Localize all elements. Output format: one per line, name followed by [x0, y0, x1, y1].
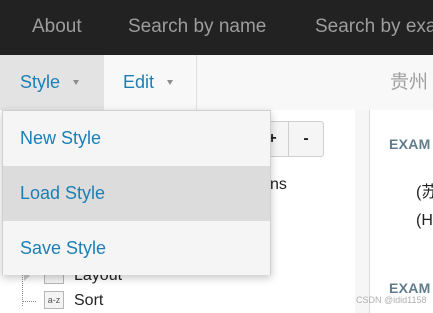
style-menu-button[interactable]: Style — [0, 55, 104, 110]
example-heading: EXAM — [389, 136, 431, 152]
style-menu-label: Style — [20, 72, 61, 92]
collapse-button[interactable]: - — [288, 121, 324, 157]
tree-item-label-partial: ns — [270, 176, 287, 193]
nav-link-about[interactable]: About — [32, 0, 82, 55]
region-title: 贵州 — [390, 72, 429, 93]
nav-link-search-by-name[interactable]: Search by name — [128, 0, 266, 55]
watermark: CSDN @idid1158 — [356, 295, 427, 305]
menu-item-save-style[interactable]: Save Style — [3, 221, 270, 275]
top-navbar: About Search by name Search by exa — [0, 0, 433, 55]
edit-menu-label: Edit — [123, 72, 155, 92]
nav-link-search-by-example[interactable]: Search by exa — [315, 0, 433, 55]
panel-gutter — [355, 110, 369, 313]
sort-az-icon: a-z — [44, 291, 64, 309]
menu-item-load-style[interactable]: Load Style — [3, 166, 270, 221]
app-root: About Search by name Search by exa Style… — [0, 0, 433, 313]
toolbar-divider — [196, 55, 197, 110]
caret-down-icon — [167, 80, 173, 85]
example-heading: EXAM — [389, 280, 431, 296]
example-line: (H — [416, 212, 433, 229]
tree-item-label: Sort — [74, 292, 104, 309]
edit-menu-button[interactable]: Edit — [104, 55, 196, 110]
example-line: (苏 — [416, 184, 433, 201]
menu-toolbar: Style Edit 贵州 — [0, 55, 433, 111]
menu-item-new-style[interactable]: New Style — [3, 111, 270, 166]
tree-connector-dots — [22, 301, 36, 302]
style-dropdown-menu: New Style Load Style Save Style — [2, 110, 271, 275]
caret-down-icon — [73, 80, 79, 85]
